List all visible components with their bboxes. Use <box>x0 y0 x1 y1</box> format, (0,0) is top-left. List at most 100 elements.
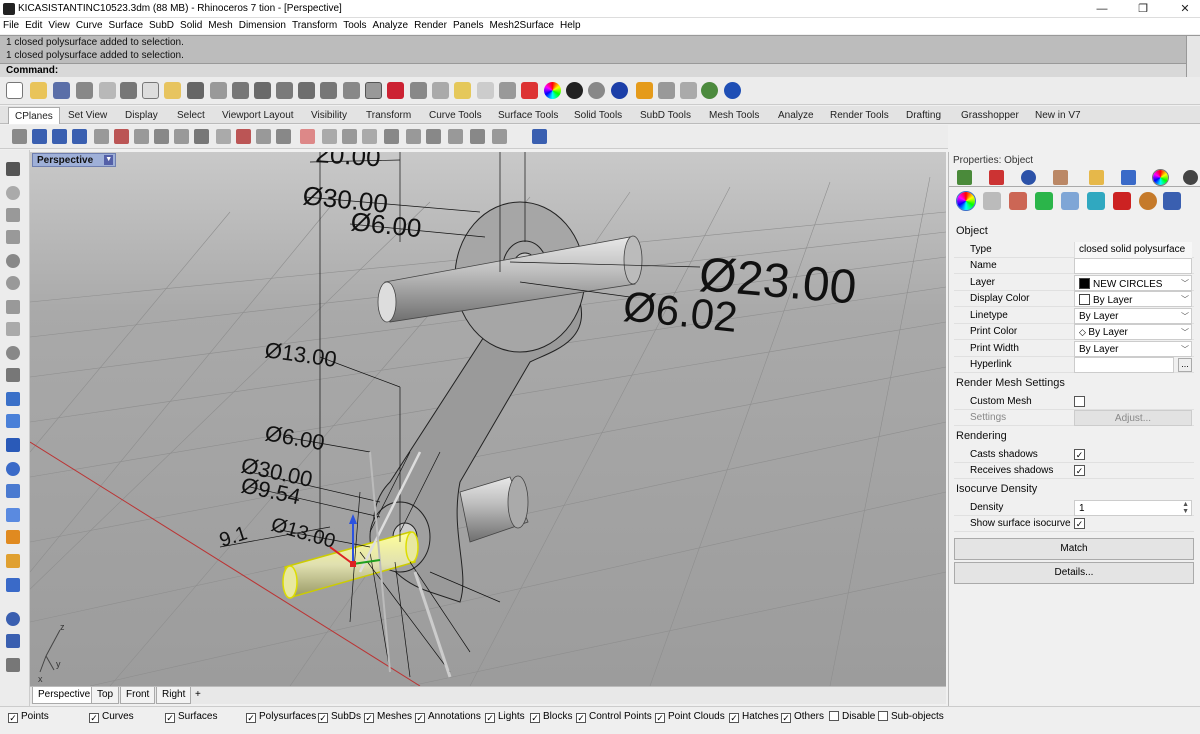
filter-checkbox[interactable]: ✓ <box>576 713 586 723</box>
properties-tab-icon[interactable] <box>957 170 972 185</box>
filter-point-clouds[interactable]: ✓ Point Clouds <box>655 711 725 725</box>
filter-blocks[interactable]: ✓ Blocks <box>530 711 572 725</box>
tab-render-tools[interactable]: Render Tools <box>824 107 895 124</box>
hyperlink-browse-button[interactable]: ... <box>1178 358 1192 372</box>
thickness-icon[interactable] <box>1163 192 1181 210</box>
render-sphere-icon[interactable] <box>588 82 605 99</box>
paste-icon[interactable] <box>164 82 181 99</box>
materials-tab-icon[interactable] <box>1053 170 1068 185</box>
cplane-elevation-icon[interactable] <box>174 129 189 144</box>
cplane-vertical-icon[interactable] <box>216 129 231 144</box>
tab-surface-tools[interactable]: Surface Tools <box>492 107 564 124</box>
texture-mapping-icon[interactable] <box>1009 192 1027 210</box>
cplane-flip-icon[interactable] <box>470 129 485 144</box>
tab-grasshopper[interactable]: Grasshopper <box>955 107 1025 124</box>
menu-curve[interactable]: Curve <box>73 18 106 31</box>
filter-checkbox[interactable]: ✓ <box>318 713 328 723</box>
menu-analyze[interactable]: Analyze <box>370 18 412 31</box>
extrude-icon[interactable] <box>6 414 20 428</box>
filter-checkbox[interactable] <box>878 711 888 721</box>
array-icon[interactable] <box>6 578 20 592</box>
add-viewport-tab-button[interactable]: + <box>190 687 206 704</box>
zoom-extents-icon[interactable] <box>298 82 315 99</box>
tab-cplanes[interactable]: CPlanes <box>8 107 60 124</box>
cut-icon[interactable] <box>120 82 137 99</box>
details-button[interactable]: Details... <box>954 562 1194 584</box>
perspective-viewport[interactable]: 20.00 Ø30.00 Ø6.00 Ø23.00 Ø6.02 Ø13.00 Ø… <box>30 152 946 686</box>
filter-checkbox[interactable] <box>829 711 839 721</box>
cplane-object-icon[interactable] <box>114 129 129 144</box>
maximize-button[interactable]: ❐ <box>1136 2 1150 16</box>
line-icon[interactable] <box>6 230 20 244</box>
surface-icon[interactable] <box>6 392 20 406</box>
decals-icon[interactable] <box>1035 192 1053 210</box>
polyline-icon[interactable] <box>6 208 20 222</box>
filter-checkbox[interactable]: ✓ <box>89 713 99 723</box>
print-icon[interactable] <box>76 82 93 99</box>
analyze-tool-icon[interactable] <box>6 634 20 648</box>
history-icon[interactable] <box>6 658 20 672</box>
display-color-dropdown[interactable]: By Layer ﹀ <box>1074 291 1192 307</box>
menu-help[interactable]: Help <box>557 18 584 31</box>
filter-control-points[interactable]: ✓ Control Points <box>576 711 652 725</box>
cplane-front-icon[interactable] <box>32 129 47 144</box>
show-isocurve-checkbox[interactable]: ✓ <box>1074 518 1085 529</box>
filter-checkbox[interactable]: ✓ <box>729 713 739 723</box>
tab-analyze[interactable]: Analyze <box>772 107 820 124</box>
cplane-undo-icon[interactable] <box>426 129 441 144</box>
box-icon[interactable] <box>6 438 20 452</box>
filter-points[interactable]: ✓ Points <box>8 711 49 725</box>
filter-annotations[interactable]: ✓ Annotations <box>415 711 481 725</box>
match-button[interactable]: Match <box>954 538 1194 560</box>
filter-checkbox[interactable]: ✓ <box>655 713 665 723</box>
menu-dimension[interactable]: Dimension <box>236 18 289 31</box>
filter-checkbox[interactable]: ✓ <box>781 713 791 723</box>
hyperlink-input[interactable] <box>1074 357 1174 373</box>
tab-display[interactable]: Display <box>119 107 164 124</box>
filter-checkbox[interactable]: ✓ <box>415 713 425 723</box>
edge-softening-icon[interactable] <box>1113 192 1131 210</box>
cplane-z-icon[interactable] <box>362 129 377 144</box>
cplane-icon[interactable] <box>387 82 404 99</box>
filter-curves[interactable]: ✓ Curves <box>89 711 134 725</box>
arc-icon[interactable] <box>6 346 20 360</box>
cplane-grid-icon[interactable] <box>300 129 315 144</box>
mesh-icon[interactable] <box>6 484 20 498</box>
filter-meshes[interactable]: ✓ Meshes <box>364 711 412 725</box>
circle-icon[interactable] <box>6 254 20 268</box>
menu-file[interactable]: File <box>0 18 22 31</box>
cplane-top-icon[interactable] <box>12 129 27 144</box>
filter-hatches[interactable]: ✓ Hatches <box>729 711 779 725</box>
menu-render[interactable]: Render <box>411 18 450 31</box>
viewport-tab-front[interactable]: Front <box>120 687 156 704</box>
tab-transform[interactable]: Transform <box>360 107 417 124</box>
render-tab-icon[interactable] <box>1021 170 1036 185</box>
tab-new-in-v7[interactable]: New in V7 <box>1029 107 1087 124</box>
pan-hand-icon[interactable] <box>210 82 227 99</box>
render-icon[interactable] <box>636 82 653 99</box>
select-curve-icon[interactable] <box>432 82 449 99</box>
menu-panels[interactable]: Panels <box>450 18 487 31</box>
filter-checkbox[interactable]: ✓ <box>364 713 374 723</box>
viewport-layout-icon[interactable] <box>365 82 382 99</box>
casts-shadows-checkbox[interactable]: ✓ <box>1074 449 1085 460</box>
cplane-curve-icon[interactable] <box>236 129 251 144</box>
new-file-icon[interactable] <box>6 82 23 99</box>
object-page-icon[interactable] <box>956 191 976 211</box>
menu-view[interactable]: View <box>45 18 73 31</box>
filter-checkbox[interactable]: ✓ <box>485 713 495 723</box>
print-color-dropdown[interactable]: ◇ By Layer ﹀ <box>1074 324 1192 340</box>
filter-others[interactable]: ✓ Others <box>781 711 824 725</box>
viewport-tab-right[interactable]: Right <box>156 687 192 704</box>
cplane-redo-icon[interactable] <box>448 129 463 144</box>
grid-snap-icon[interactable] <box>410 82 427 99</box>
move-view-icon[interactable] <box>232 82 249 99</box>
tab-solid-tools[interactable]: Solid Tools <box>568 107 628 124</box>
gumball-icon[interactable] <box>6 554 20 568</box>
libraries-tab-icon[interactable] <box>1089 170 1104 185</box>
menu-tools[interactable]: Tools <box>340 18 369 31</box>
spin-arrows-icon[interactable]: ▲ ▼ <box>1182 501 1189 515</box>
menu-subd[interactable]: SubD <box>146 18 177 31</box>
filter-checkbox[interactable]: ✓ <box>246 713 256 723</box>
boolean-icon[interactable] <box>6 462 20 476</box>
